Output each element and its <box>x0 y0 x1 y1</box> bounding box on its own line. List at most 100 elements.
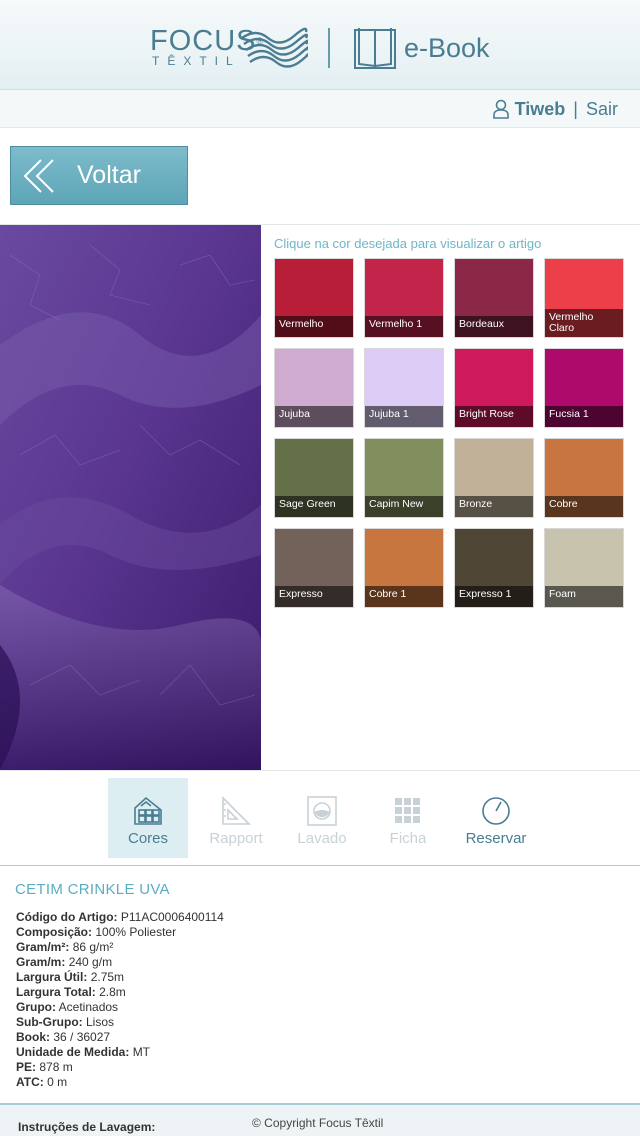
color-swatch[interactable]: Expresso 1 <box>454 528 534 608</box>
spec-key: Unidade de Medida: <box>16 1045 130 1059</box>
swatch-label: Vermelho 1 <box>365 316 443 337</box>
spec-row: Gram/m²: 86 g/m² <box>16 940 224 955</box>
footer: Instruções de Lavagem: © Copyright Focus… <box>0 1103 640 1136</box>
spec-key: Composição: <box>16 925 93 939</box>
palette-grid-icon <box>134 796 162 825</box>
spec-value: 2.8m <box>99 985 126 999</box>
swatch-label: Foam <box>545 586 623 607</box>
spec-value: 878 m <box>39 1060 73 1074</box>
brand-subtitle: TÊXTIL <box>152 54 241 68</box>
tab-label: Ficha <box>389 830 427 847</box>
color-swatch[interactable]: Vermelho Claro <box>544 258 624 338</box>
spec-value: 36 / 36027 <box>53 1030 111 1044</box>
swatch-label: Bordeaux <box>455 316 533 337</box>
spec-key: Book: <box>16 1030 50 1044</box>
spec-row: Sub-Grupo: Lisos <box>16 1015 224 1030</box>
spec-key: Largura Total: <box>16 985 96 999</box>
spec-value: P11AC0006400114 <box>120 910 224 924</box>
swatch-label: Jujuba <box>275 406 353 427</box>
color-swatch[interactable]: Fucsia 1 <box>544 348 624 428</box>
tab-label: Rapport <box>209 830 263 847</box>
swatch-label: Vermelho <box>275 316 353 337</box>
color-swatch[interactable]: Bronze <box>454 438 534 518</box>
swatch-label: Sage Green <box>275 496 353 517</box>
color-swatch[interactable]: Vermelho 1 <box>364 258 444 338</box>
wash-instructions-label: Instruções de Lavagem: <box>18 1120 156 1134</box>
color-swatch[interactable]: Cobre <box>544 438 624 518</box>
swatch-label: Cobre <box>545 496 623 517</box>
sheet-grid-icon <box>395 798 420 823</box>
swatch-label: Bright Rose <box>455 406 533 427</box>
spec-value: Lisos <box>86 1015 115 1029</box>
swatch-label: Fucsia 1 <box>545 406 623 427</box>
focus-textil-logo[interactable]: FOCUS® TÊXTIL <box>150 24 310 70</box>
app-header: FOCUS® TÊXTIL e-Book <box>0 0 640 90</box>
user-bar: Tiweb | Sair <box>0 90 640 128</box>
spec-row: Unidade de Medida: MT <box>16 1045 224 1060</box>
color-swatch[interactable]: Bright Rose <box>454 348 534 428</box>
spec-row: Código do Artigo: P11AC0006400114 <box>16 910 224 925</box>
swatch-instructions: Clique na cor desejada para visualizar o… <box>274 236 542 251</box>
double-chevron-left-icon <box>23 158 54 193</box>
spec-value: 240 g/m <box>68 955 113 969</box>
swatch-label: Capim New <box>365 496 443 517</box>
color-swatch[interactable]: Cobre 1 <box>364 528 444 608</box>
color-swatch[interactable]: Jujuba <box>274 348 354 428</box>
color-swatch[interactable]: Vermelho <box>274 258 354 338</box>
color-swatch[interactable]: Foam <box>544 528 624 608</box>
spec-row: Gram/m: 240 g/m <box>16 955 224 970</box>
spec-value: 2.75m <box>90 970 125 984</box>
tab-label: Cores <box>127 830 168 847</box>
user-name: Tiweb <box>514 98 566 119</box>
spec-row: Largura Útil: 2.75m <box>16 970 224 985</box>
logout-link[interactable]: Sair <box>586 99 618 120</box>
tab-bar: Cores Rapport Lavado Ficha Reservar <box>0 771 640 866</box>
header-divider <box>328 28 330 68</box>
swatch-label: Vermelho Claro <box>545 309 623 337</box>
tab-label: Reservar <box>465 830 527 847</box>
tab-label: Lavado <box>297 830 347 847</box>
color-swatch[interactable]: Sage Green <box>274 438 354 518</box>
back-button[interactable]: Voltar <box>10 146 188 205</box>
open-book-icon <box>354 28 396 69</box>
spec-key: ATC: <box>16 1075 44 1089</box>
spec-row: ATC: 0 m <box>16 1075 224 1090</box>
wash-icon <box>307 796 337 826</box>
user-info: Tiweb | Sair <box>492 97 618 121</box>
spec-row: Grupo: Acetinados <box>16 1000 224 1015</box>
swatch-label: Bronze <box>455 496 533 517</box>
spec-key: Gram/m: <box>16 955 66 969</box>
swatch-label: Cobre 1 <box>365 586 443 607</box>
product-title: CETIM CRINKLE UVA <box>15 881 170 898</box>
color-swatch[interactable]: Bordeaux <box>454 258 534 338</box>
spec-key: Largura Útil: <box>16 970 88 984</box>
tab-rapport[interactable]: Rapport <box>196 778 276 858</box>
tab-cores[interactable]: Cores <box>108 778 188 858</box>
spec-key: PE: <box>16 1060 37 1074</box>
spec-value: 100% Poliester <box>95 925 177 939</box>
tab-lavado[interactable]: Lavado <box>282 778 362 858</box>
set-square-icon <box>222 796 251 825</box>
spec-value: MT <box>132 1045 151 1059</box>
fabric-image <box>0 225 261 770</box>
copyright: © Copyright Focus Têxtil <box>252 1116 384 1130</box>
spec-row: Largura Total: 2.8m <box>16 985 224 1000</box>
spec-value: 0 m <box>47 1075 68 1089</box>
spec-value: Acetinados <box>58 1000 119 1014</box>
back-button-label: Voltar <box>77 161 141 189</box>
color-swatch[interactable]: Expresso <box>274 528 354 608</box>
product-specs: Código do Artigo: P11AC0006400114 Composi… <box>16 910 224 1090</box>
swatch-label: Expresso <box>275 586 353 607</box>
spec-key: Código do Artigo: <box>16 910 118 924</box>
color-swatch[interactable]: Capim New <box>364 438 444 518</box>
ebook-title: e-Book <box>404 33 490 63</box>
swatch-label: Jujuba 1 <box>365 406 443 427</box>
user-separator: | <box>573 98 578 119</box>
tab-reservar[interactable]: Reservar <box>456 778 536 858</box>
waves-logo-icon <box>241 27 308 68</box>
spec-key: Gram/m²: <box>16 940 70 954</box>
spec-key: Sub-Grupo: <box>16 1015 83 1029</box>
color-swatch[interactable]: Jujuba 1 <box>364 348 444 428</box>
tab-ficha[interactable]: Ficha <box>368 778 448 858</box>
user-icon <box>492 99 509 119</box>
